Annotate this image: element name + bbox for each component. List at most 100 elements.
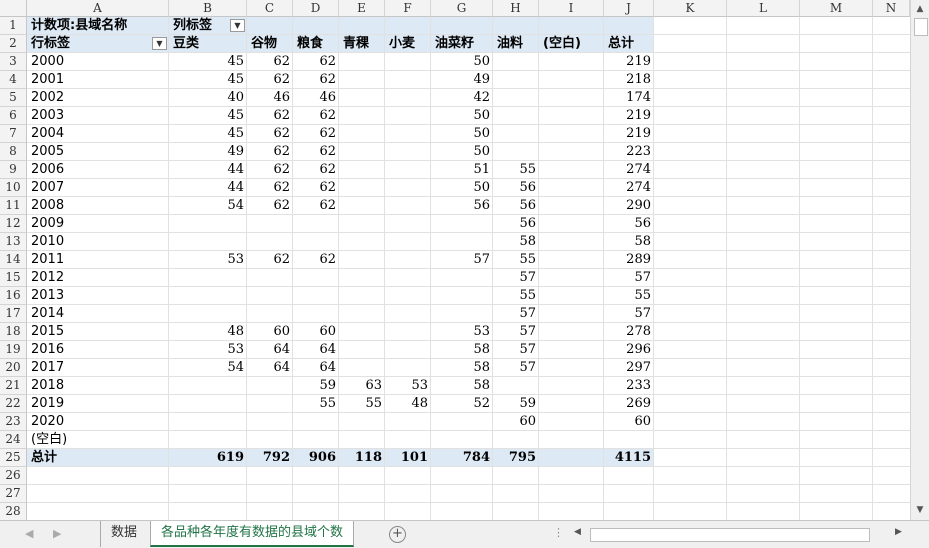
pivot-value-cell[interactable]: 62 <box>247 161 293 179</box>
row-header[interactable]: 15 <box>0 269 27 287</box>
pivot-value-cell[interactable]: 62 <box>293 143 339 161</box>
pivot-value-cell[interactable]: 62 <box>247 71 293 89</box>
pivot-value-cell[interactable]: 62 <box>247 251 293 269</box>
column-header[interactable]: D <box>293 0 339 17</box>
column-header[interactable]: B <box>169 0 247 17</box>
pivot-value-cell[interactable]: 56 <box>493 215 539 233</box>
pivot-column-header[interactable]: (空白) <box>539 35 604 53</box>
pivot-value-cell[interactable]: 55 <box>493 251 539 269</box>
pivot-value-cell[interactable]: 219 <box>604 53 654 71</box>
scroll-down-icon[interactable]: ▼ <box>912 502 928 518</box>
pivot-value-cell[interactable]: 49 <box>169 143 247 161</box>
row-header[interactable]: 14 <box>0 251 27 269</box>
pivot-value-cell[interactable]: 218 <box>604 71 654 89</box>
pivot-value-cell[interactable]: 233 <box>604 377 654 395</box>
pivot-value-cell[interactable]: 50 <box>431 125 493 143</box>
column-header[interactable]: C <box>247 0 293 17</box>
row-header[interactable]: 28 <box>0 503 27 520</box>
row-header[interactable]: 2 <box>0 35 27 53</box>
row-header[interactable]: 21 <box>0 377 27 395</box>
pivot-value-cell[interactable]: 62 <box>293 53 339 71</box>
pivot-value-cell[interactable]: 56 <box>493 179 539 197</box>
pivot-value-cell[interactable]: 55 <box>493 287 539 305</box>
horizontal-scroll-thumb[interactable] <box>590 528 870 542</box>
row-header[interactable]: 23 <box>0 413 27 431</box>
row-header[interactable]: 19 <box>0 341 27 359</box>
pivot-value-cell[interactable]: 62 <box>293 161 339 179</box>
pivot-value-cell[interactable]: 62 <box>293 179 339 197</box>
pivot-column-header[interactable]: 青稞 <box>339 35 385 53</box>
pivot-value-cell[interactable]: 50 <box>431 143 493 161</box>
pivot-value-cell[interactable]: 55 <box>339 395 385 413</box>
pivot-value-cell[interactable]: 62 <box>247 179 293 197</box>
pivot-value-cell[interactable]: 64 <box>247 341 293 359</box>
column-header[interactable]: I <box>539 0 604 17</box>
row-header[interactable]: 16 <box>0 287 27 305</box>
row-label-year[interactable]: 2018 <box>27 377 169 395</box>
grand-total-cell[interactable]: 795 <box>493 449 539 467</box>
pivot-value-cell[interactable]: 64 <box>247 359 293 377</box>
row-header[interactable]: 10 <box>0 179 27 197</box>
pivot-value-cell[interactable]: 54 <box>169 197 247 215</box>
pivot-value-cell[interactable]: 58 <box>493 233 539 251</box>
pivot-value-cell[interactable]: 60 <box>604 413 654 431</box>
pivot-value-cell[interactable]: 289 <box>604 251 654 269</box>
pivot-value-cell[interactable]: 45 <box>169 53 247 71</box>
row-label-year[interactable]: 2011 <box>27 251 169 269</box>
row-label-year[interactable]: 2002 <box>27 89 169 107</box>
pivot-value-cell[interactable]: 57 <box>493 323 539 341</box>
pivot-value-cell[interactable]: 46 <box>247 89 293 107</box>
pivot-value-cell[interactable]: 45 <box>169 125 247 143</box>
scroll-left-icon[interactable]: ◀ <box>574 527 581 537</box>
pivot-value-cell[interactable]: 53 <box>169 251 247 269</box>
pivot-value-cell[interactable]: 55 <box>604 287 654 305</box>
row-label-year[interactable]: 2014 <box>27 305 169 323</box>
pivot-value-cell[interactable]: 60 <box>247 323 293 341</box>
pivot-value-cell[interactable]: 53 <box>385 377 431 395</box>
pivot-column-header[interactable]: 豆类 <box>169 35 247 53</box>
select-all-corner[interactable] <box>0 0 27 17</box>
pivot-value-cell[interactable]: 44 <box>169 161 247 179</box>
row-label-year[interactable]: 2020 <box>27 413 169 431</box>
pivot-value-cell[interactable]: 53 <box>431 323 493 341</box>
row-header[interactable]: 1 <box>0 17 27 35</box>
pivot-value-cell[interactable]: 57 <box>431 251 493 269</box>
grand-total-cell[interactable]: 619 <box>169 449 247 467</box>
row-header[interactable]: 18 <box>0 323 27 341</box>
pivot-value-cell[interactable]: 58 <box>431 341 493 359</box>
row-header[interactable]: 22 <box>0 395 27 413</box>
row-header[interactable]: 20 <box>0 359 27 377</box>
pivot-value-cell[interactable]: 64 <box>293 359 339 377</box>
spreadsheet-grid[interactable]: ABCDEFGHIJKLMN 1 2 3 4 5 6 7 8 9 10 11 12 13 14 15 16 17… <box>0 0 910 520</box>
pivot-value-cell[interactable]: 57 <box>493 269 539 287</box>
pivot-value-cell[interactable]: 60 <box>293 323 339 341</box>
pivot-value-cell[interactable]: 62 <box>293 251 339 269</box>
column-header[interactable]: N <box>873 0 910 17</box>
row-label-year[interactable]: 2001 <box>27 71 169 89</box>
add-sheet-plus-icon[interactable]: + <box>389 526 406 543</box>
column-header[interactable]: L <box>727 0 800 17</box>
pivot-row-label[interactable]: 行标签 <box>27 35 169 53</box>
pivot-value-cell[interactable]: 48 <box>169 323 247 341</box>
column-header[interactable]: A <box>27 0 169 17</box>
vertical-scroll-thumb[interactable] <box>914 18 928 36</box>
column-header[interactable]: E <box>339 0 385 17</box>
column-header[interactable]: F <box>385 0 431 17</box>
column-header[interactable]: J <box>604 0 654 17</box>
row-header[interactable]: 13 <box>0 233 27 251</box>
pivot-column-header[interactable]: 油料 <box>493 35 539 53</box>
pivot-value-cell[interactable]: 269 <box>604 395 654 413</box>
row-label-year[interactable]: 2016 <box>27 341 169 359</box>
pivot-value-cell[interactable]: 58 <box>431 359 493 377</box>
row-header[interactable]: 9 <box>0 161 27 179</box>
pivot-value-cell[interactable]: 296 <box>604 341 654 359</box>
pivot-value-cell[interactable]: 40 <box>169 89 247 107</box>
pivot-value-cell[interactable]: 278 <box>604 323 654 341</box>
grand-total-label[interactable]: 总计 <box>27 449 169 467</box>
pivot-column-header[interactable]: 谷物 <box>247 35 293 53</box>
pivot-value-cell[interactable]: 223 <box>604 143 654 161</box>
column-header[interactable]: G <box>431 0 493 17</box>
pivot-value-cell[interactable]: 59 <box>493 395 539 413</box>
row-header[interactable]: 4 <box>0 71 27 89</box>
pivot-column-header[interactable]: 小麦 <box>385 35 431 53</box>
